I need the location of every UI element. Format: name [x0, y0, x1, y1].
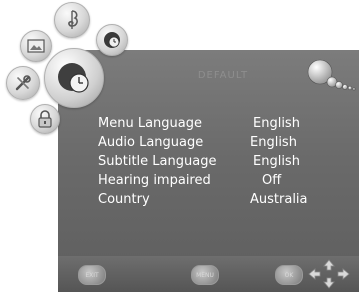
- lock-bubble[interactable]: [30, 104, 60, 134]
- setting-value: English: [253, 116, 300, 131]
- setting-row-menu-language[interactable]: Menu Language English: [98, 116, 338, 134]
- lock-icon: [38, 110, 52, 128]
- setting-value: Off: [262, 173, 282, 188]
- picture-bubble[interactable]: [20, 30, 52, 62]
- setting-value: English: [250, 135, 297, 150]
- exit-button[interactable]: EXIT: [78, 265, 106, 285]
- setting-label: Subtitle Language: [98, 154, 217, 169]
- picture-icon: [27, 39, 45, 53]
- music-bubble[interactable]: [54, 2, 90, 38]
- setting-row-country[interactable]: Country Australia: [98, 192, 338, 210]
- bubbles-decoration-icon: [307, 59, 356, 91]
- setup-icon: [15, 75, 31, 91]
- time-icon: [58, 63, 89, 93]
- setting-value: Australia: [250, 192, 308, 207]
- setting-label: Audio Language: [98, 135, 204, 150]
- clock-icon: [104, 32, 120, 48]
- ok-button[interactable]: OK: [275, 265, 303, 285]
- setting-value: English: [253, 154, 300, 169]
- setup-bubble[interactable]: [6, 66, 40, 100]
- time-bubble-selected[interactable]: [44, 48, 104, 108]
- menu-title: DEFAULT: [197, 70, 249, 81]
- menu-panel: DEFAULT Menu Language English Audio Lang…: [58, 50, 359, 292]
- setting-row-audio-language[interactable]: Audio Language English: [98, 135, 338, 153]
- setting-row-hearing-impaired[interactable]: Hearing impaired Off: [98, 173, 338, 191]
- clock-bubble[interactable]: [96, 24, 128, 56]
- navigation-arrows-icon[interactable]: [306, 259, 352, 289]
- setting-label: Menu Language: [98, 116, 202, 131]
- footer-bar: EXIT MENU OK: [58, 256, 359, 292]
- setting-row-subtitle-language[interactable]: Subtitle Language English: [98, 154, 338, 172]
- music-icon: [68, 10, 78, 29]
- setting-label: Country: [98, 192, 150, 207]
- menu-button[interactable]: MENU: [191, 265, 219, 285]
- setting-label: Hearing impaired: [98, 173, 211, 188]
